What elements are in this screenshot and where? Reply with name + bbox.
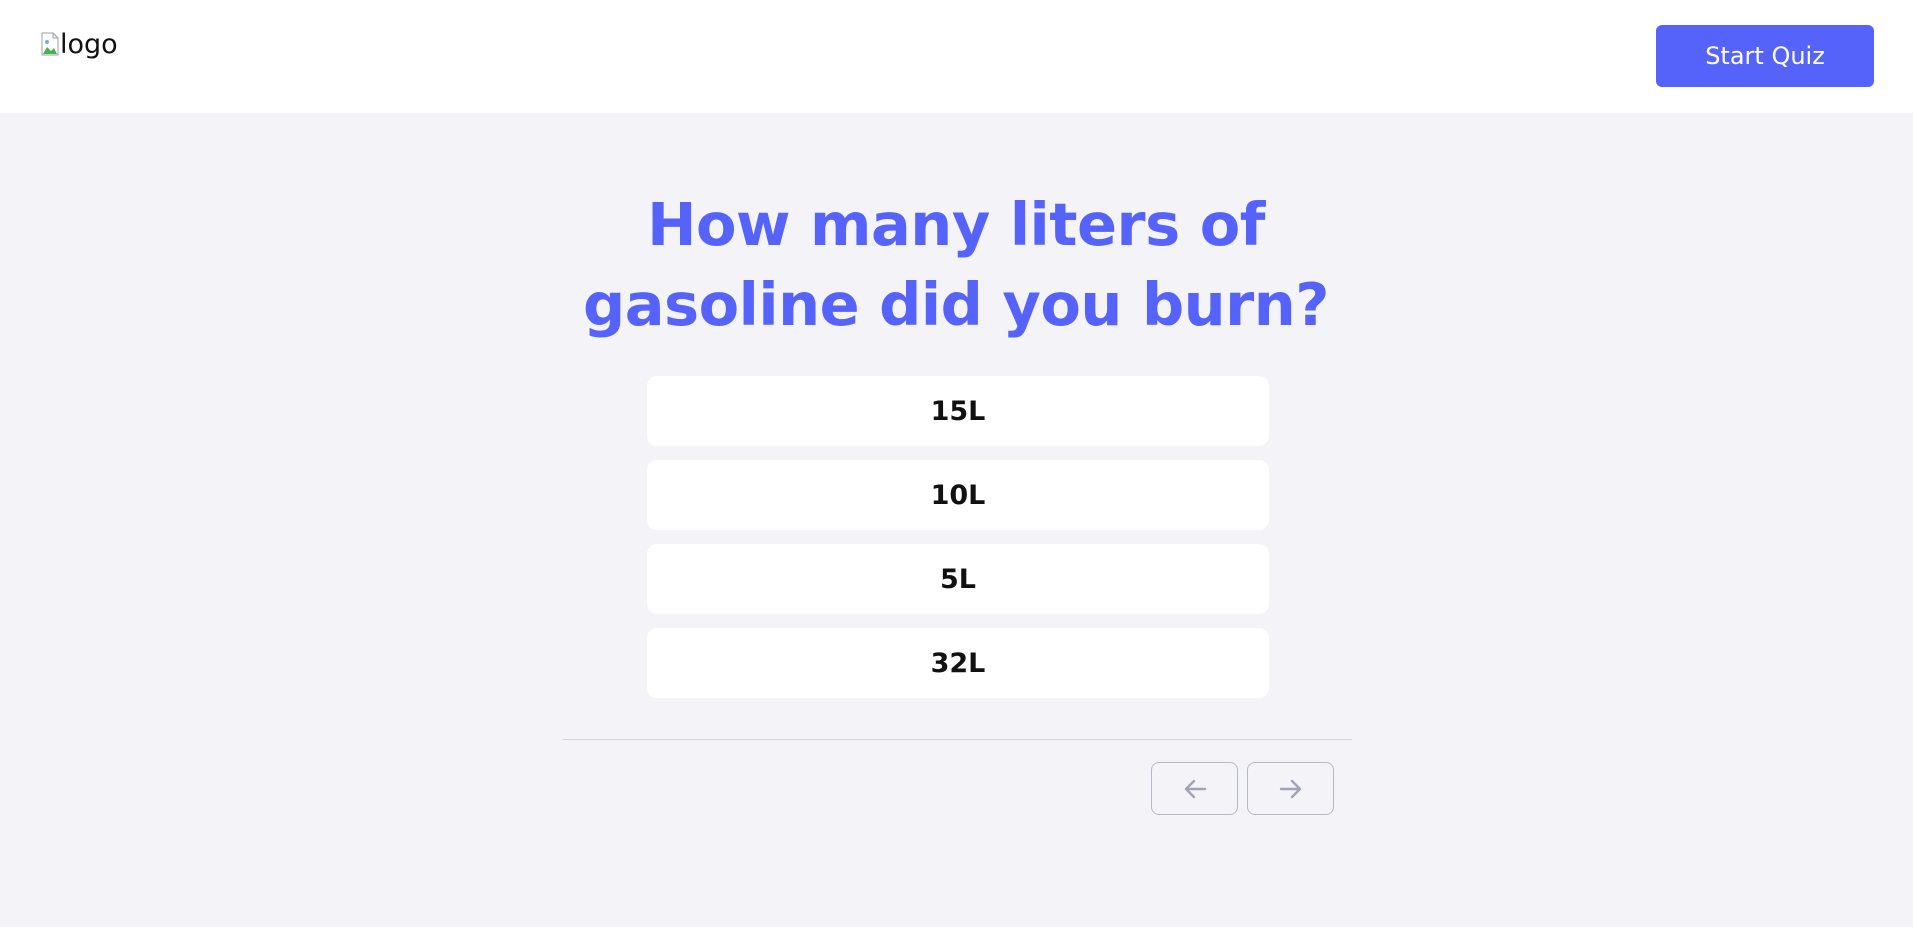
answer-option-15l[interactable]: 15L (647, 376, 1269, 446)
answer-option-32l[interactable]: 32L (647, 628, 1269, 698)
next-button[interactable] (1247, 762, 1334, 815)
previous-button[interactable] (1151, 762, 1238, 815)
answer-option-10l[interactable]: 10L (647, 460, 1269, 530)
question-title: How many liters of gasoline did you burn… (556, 185, 1356, 345)
arrow-left-icon (1184, 779, 1206, 798)
start-quiz-button[interactable]: Start Quiz (1656, 25, 1874, 87)
divider (563, 739, 1352, 740)
question-line-2: gasoline did you burn? (582, 270, 1330, 339)
logo[interactable]: logo (41, 24, 118, 64)
arrow-right-icon (1279, 779, 1301, 798)
answer-options: 15L 10L 5L 32L (647, 376, 1269, 712)
top-header: logo Start Quiz (0, 0, 1913, 113)
question-line-1: How many liters of (647, 190, 1265, 259)
broken-image-icon (41, 32, 59, 56)
logo-alt-text: logo (60, 28, 118, 60)
answer-option-5l[interactable]: 5L (647, 544, 1269, 614)
